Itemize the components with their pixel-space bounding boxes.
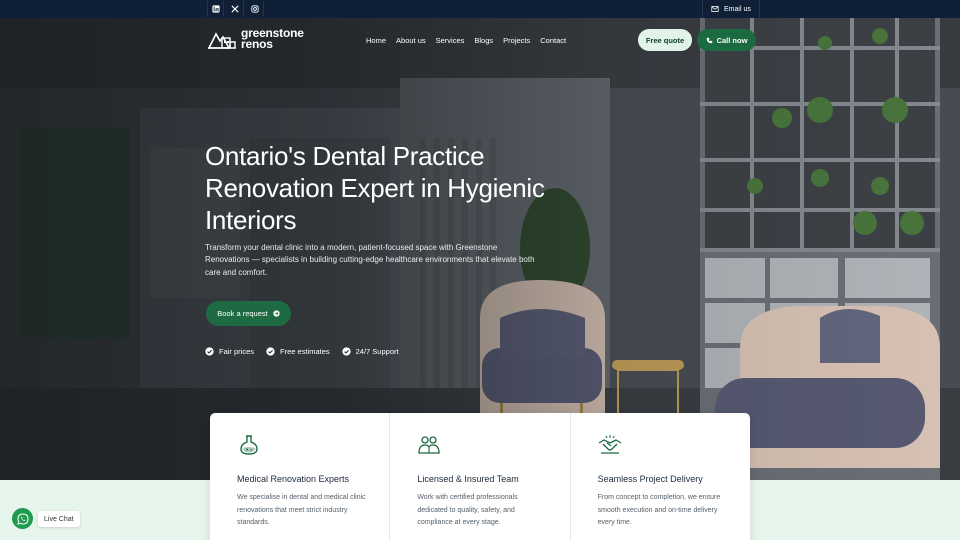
- feature-card-medical: Medical Renovation Experts We specialise…: [210, 413, 391, 540]
- email-us-link[interactable]: Email us: [702, 0, 760, 18]
- instagram-icon: [251, 5, 259, 13]
- email-us-label: Email us: [724, 5, 751, 13]
- team-icon: [418, 436, 440, 454]
- logo-line-2: renos: [241, 37, 273, 51]
- x-link[interactable]: [227, 1, 244, 17]
- book-request-label: Book a request: [217, 309, 268, 318]
- main-nav: Home About us Services Blogs Projects Co…: [366, 36, 566, 45]
- free-quote-button[interactable]: Free quote: [638, 29, 692, 51]
- hero-subtitle: Transform your dental clinic into a mode…: [205, 243, 535, 277]
- nav-item-projects[interactable]: Projects: [503, 36, 530, 45]
- feature-text: Work with certified professionals dedica…: [417, 494, 518, 526]
- hero-title: Ontario's Dental Practice Renovation Exp…: [205, 141, 545, 235]
- hero-benefits: Fair prices Free estimates 24/7 Support: [205, 347, 399, 356]
- call-now-label: Call now: [716, 35, 748, 45]
- check-circle-icon: [266, 347, 275, 356]
- whatsapp-icon: [16, 512, 29, 525]
- nav-item-home[interactable]: Home: [366, 36, 386, 45]
- benefit-label: Fair prices: [219, 347, 255, 356]
- nav-item-contact[interactable]: Contact: [540, 36, 566, 45]
- nav-item-blogs[interactable]: Blogs: [474, 36, 493, 45]
- benefit-item: 24/7 Support: [341, 347, 399, 356]
- logo-text: greenstone renos: [241, 27, 304, 51]
- mail-icon: [711, 6, 719, 12]
- feature-text: We specialise in dental and medical clin…: [237, 494, 366, 526]
- call-now-button[interactable]: Call now: [697, 29, 756, 51]
- benefit-item: Free estimates: [266, 347, 330, 356]
- logo-house-icon: [207, 32, 236, 49]
- top-bar: Email us: [0, 0, 960, 18]
- feature-title: Seamless Project Delivery: [597, 474, 703, 484]
- instagram-link[interactable]: [247, 1, 264, 17]
- nav-item-services[interactable]: Services: [436, 36, 465, 45]
- feature-title: Medical Renovation Experts: [237, 474, 350, 484]
- check-circle-icon: [341, 347, 351, 356]
- benefit-label: 24/7 Support: [355, 347, 399, 356]
- linkedin-icon: [211, 5, 220, 13]
- arrow-right-circle-icon: [273, 310, 280, 317]
- feature-text: From concept to completion, we ensure sm…: [597, 494, 721, 526]
- live-chat-button[interactable]: [12, 508, 33, 529]
- handshake-icon: [598, 435, 621, 454]
- features-card-group: Medical Renovation Experts We specialise…: [210, 413, 750, 540]
- feature-card-licensed: Licensed & Insured Team Work with certif…: [390, 413, 571, 540]
- flask-icon: [240, 435, 258, 455]
- feature-card-delivery: Seamless Project Delivery From concept t…: [571, 413, 750, 540]
- benefit-item: Fair prices: [205, 347, 254, 356]
- linkedin-link[interactable]: [207, 1, 224, 17]
- feature-title: Licensed & Insured Team: [417, 474, 519, 484]
- live-chat-label[interactable]: Live Chat: [38, 511, 80, 527]
- benefit-label: Free estimates: [280, 347, 330, 356]
- phone-icon: [706, 37, 712, 43]
- nav-item-about-us[interactable]: About us: [396, 36, 426, 45]
- check-circle-icon: [205, 347, 214, 356]
- site-logo[interactable]: greenstone renos: [207, 27, 304, 51]
- book-request-button[interactable]: Book a request: [206, 301, 291, 326]
- x-icon: [231, 5, 239, 13]
